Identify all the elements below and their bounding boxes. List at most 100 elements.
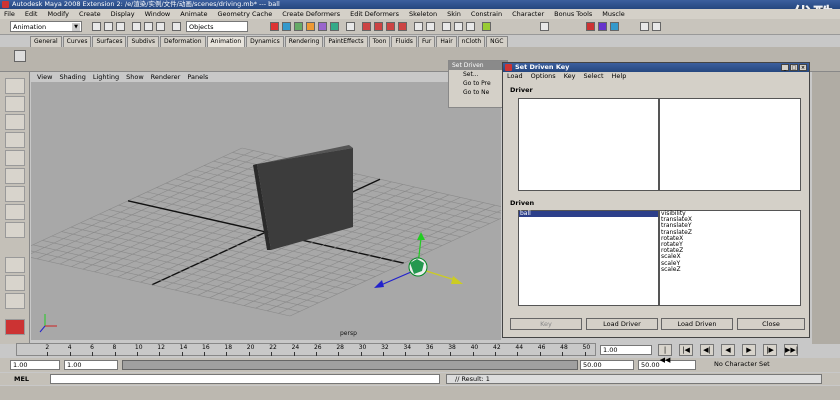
paint-select-tool-icon[interactable] [5, 114, 25, 130]
save-scene-icon[interactable] [116, 22, 125, 31]
load-driver-button[interactable]: Load Driver [586, 318, 658, 330]
step-back-frame-icon[interactable]: ◀| [700, 344, 714, 356]
menu-item-10[interactable]: Skeleton [409, 9, 437, 19]
attribute-editor-icon[interactable] [598, 22, 607, 31]
open-scene-icon[interactable] [104, 22, 113, 31]
shelf-tab-subdivs[interactable]: Subdivs [127, 36, 160, 47]
menu-item-2[interactable]: Modify [47, 9, 69, 19]
shelf-tab-surfaces[interactable]: Surfaces [92, 36, 127, 47]
lasso-tool-icon[interactable] [5, 96, 25, 112]
show-manip-icon[interactable] [5, 222, 25, 238]
menu-item-5[interactable]: Window [145, 9, 171, 19]
mel-command-input[interactable] [50, 374, 440, 384]
manip-x-arrow[interactable] [451, 276, 463, 284]
driven-attribute-list[interactable]: visibility translateX translateY translateZ… [659, 210, 801, 306]
playback-end-field[interactable]: 50.00 [580, 360, 634, 370]
dialog-menu-item-3[interactable]: Select [583, 72, 603, 81]
shelf-tab-curves[interactable]: Curves [62, 36, 92, 47]
selection-mask-icon[interactable] [172, 22, 181, 31]
manip-z-arrow[interactable] [374, 280, 384, 288]
box-object[interactable] [253, 145, 353, 250]
select-hierarchy-icon[interactable] [132, 22, 141, 31]
shelf-tab-fur[interactable]: Fur [417, 36, 436, 47]
close-icon[interactable]: × [799, 64, 807, 71]
dialog-menu-item-4[interactable]: Help [612, 72, 627, 81]
key-button[interactable]: Key [510, 318, 582, 330]
shelf-tab-animation[interactable]: Animation [206, 36, 246, 47]
range-slider[interactable] [122, 360, 578, 370]
go-to-end-icon[interactable]: ▶▶| [784, 344, 798, 356]
start-time-field[interactable]: 1.00 [10, 360, 60, 370]
perspective-viewport[interactable] [31, 82, 501, 340]
manip-y-arrow[interactable] [417, 232, 425, 240]
input-line-icon[interactable] [540, 22, 549, 31]
driver-object-list[interactable] [518, 98, 659, 191]
show-hide-icon[interactable] [482, 22, 491, 31]
shelf-tab-rendering[interactable]: Rendering [284, 36, 324, 47]
mel-label[interactable]: MEL [14, 375, 29, 383]
manip-x-axis[interactable] [422, 269, 456, 281]
step-forward-frame-icon[interactable]: |▶ [763, 344, 777, 356]
character-set-selector[interactable]: No Character Set [714, 360, 770, 368]
menu-item-1[interactable]: Edit [25, 9, 38, 19]
shelf-tab-painteffects[interactable]: PaintEffects [324, 36, 368, 47]
menu-item-go-to-next[interactable]: Go to Ne [449, 88, 507, 97]
dialog-menu-item-2[interactable]: Key [564, 72, 576, 81]
outliner-icon[interactable] [652, 22, 661, 31]
dialog-menu-item-0[interactable]: Load [507, 72, 523, 81]
soft-mod-tool-icon[interactable] [5, 204, 25, 220]
select-by-joint-icon[interactable] [282, 22, 291, 31]
driven-object-list[interactable]: ball [518, 210, 659, 306]
chevron-down-icon[interactable]: ▼ [72, 23, 80, 31]
ipr-render-icon[interactable] [454, 22, 463, 31]
lock-selection-icon[interactable] [346, 22, 355, 31]
driven-object-item[interactable]: ball [519, 210, 658, 218]
persp-outliner-layout-icon[interactable] [5, 293, 25, 309]
select-by-dynamic-icon[interactable] [330, 22, 339, 31]
scale-tool-icon[interactable] [5, 168, 25, 184]
viewport-menu-item-4[interactable]: Renderer [151, 72, 181, 82]
select-component-icon[interactable] [156, 22, 165, 31]
menu-item-15[interactable]: Muscle [602, 9, 625, 19]
viewport-menu-item-5[interactable]: Panels [187, 72, 208, 82]
play-forward-icon[interactable]: ▶ [742, 344, 756, 356]
shelf-tab-dynamics[interactable]: Dynamics [246, 36, 284, 47]
shelf-tab-ncloth[interactable]: nCloth [457, 36, 486, 47]
go-to-start-icon[interactable]: |◀◀ [658, 344, 672, 364]
menu-item-4[interactable]: Display [111, 9, 135, 19]
snap-curve-icon[interactable] [374, 22, 383, 31]
snap-point-icon[interactable] [386, 22, 395, 31]
shelf-tab-deformation[interactable]: Deformation [160, 36, 206, 47]
viewport-menu-item-0[interactable]: View [37, 72, 52, 82]
layout-icon[interactable] [640, 22, 649, 31]
new-scene-icon[interactable] [92, 22, 101, 31]
viewport-scene[interactable] [31, 82, 501, 340]
menu-item-6[interactable]: Animate [180, 9, 207, 19]
move-tool-icon[interactable] [5, 132, 25, 148]
shelf-tab-general[interactable]: General [30, 36, 62, 47]
shelf-menu-icon[interactable] [14, 50, 26, 62]
select-by-handle-icon[interactable] [270, 22, 279, 31]
shelf-tab-hair[interactable]: Hair [436, 36, 457, 47]
driven-attribute-item[interactable]: scaleZ [660, 266, 800, 273]
dialog-menu-item-1[interactable]: Options [531, 72, 556, 81]
menu-item-set[interactable]: Set... [449, 70, 507, 79]
select-by-surface-icon[interactable] [306, 22, 315, 31]
snap-grid-icon[interactable] [362, 22, 371, 31]
snap-view-plane-icon[interactable] [398, 22, 407, 31]
menu-item-9[interactable]: Edit Deformers [350, 9, 399, 19]
channel-box-icon[interactable] [586, 22, 595, 31]
menu-item-3[interactable]: Create [79, 9, 101, 19]
rotate-tool-icon[interactable] [5, 150, 25, 166]
step-back-key-icon[interactable]: |◀ [679, 344, 693, 356]
viewport-menu-item-3[interactable]: Show [126, 72, 144, 82]
shelf-tab-ngc[interactable]: NGC [486, 36, 508, 47]
menu-item-8[interactable]: Create Deformers [282, 9, 340, 19]
select-tool-icon[interactable] [5, 78, 25, 94]
construction-history-icon[interactable] [426, 22, 435, 31]
shelf-tab-fluids[interactable]: Fluids [391, 36, 417, 47]
maximize-icon[interactable]: □ [790, 64, 798, 71]
viewport-menu-item-1[interactable]: Shading [59, 72, 85, 82]
playback-start-field[interactable]: 1.00 [64, 360, 118, 370]
select-by-curve-icon[interactable] [294, 22, 303, 31]
